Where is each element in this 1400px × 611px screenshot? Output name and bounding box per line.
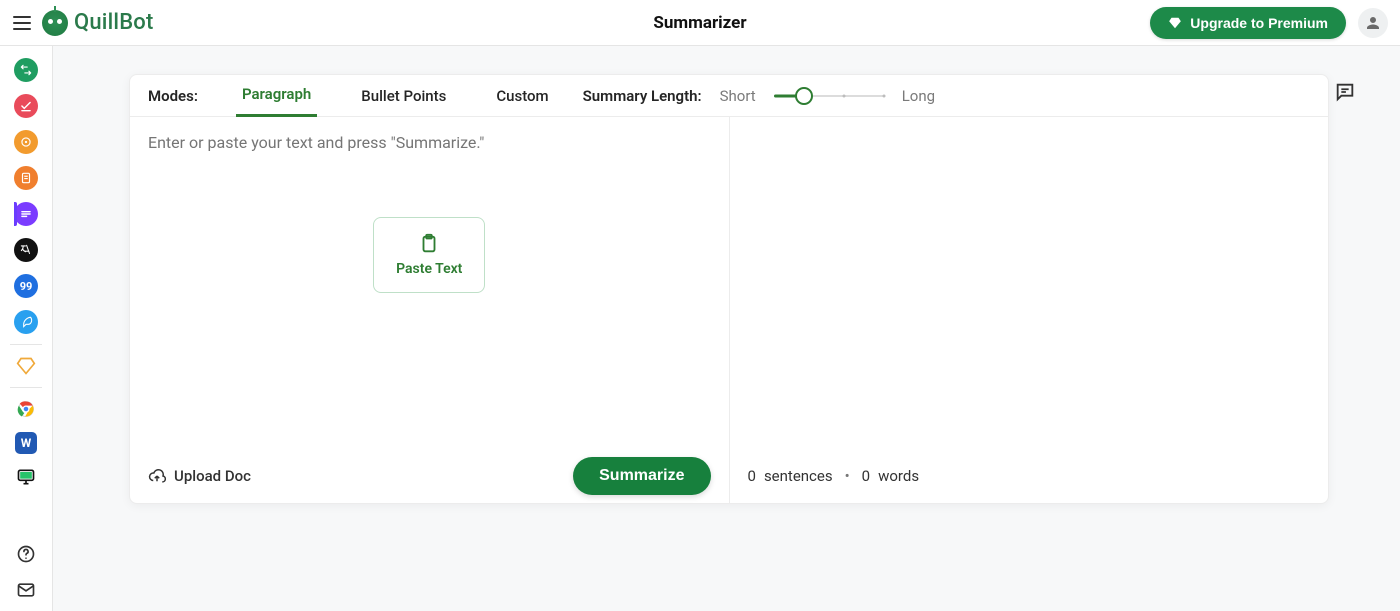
brand-mark-icon (42, 10, 68, 36)
word-word: words (878, 467, 919, 485)
feedback-button[interactable] (1334, 81, 1356, 103)
rail-help-button[interactable] (15, 543, 37, 565)
upload-cloud-icon (148, 467, 166, 485)
document-icon (19, 171, 33, 185)
input-footer: Upload Doc Summarize (130, 449, 729, 503)
brand-text: QuillBot (74, 10, 154, 35)
brand-logo[interactable]: QuillBot (42, 10, 154, 36)
chrome-icon (16, 399, 36, 419)
upgrade-premium-button[interactable]: Upgrade to Premium (1150, 7, 1346, 39)
input-pane: Paste Text Upload Doc Summarize (130, 117, 729, 503)
separator-dot: • (845, 467, 850, 485)
mail-icon (16, 580, 36, 600)
tab-custom[interactable]: Custom (490, 75, 554, 117)
sentence-word: sentences (764, 467, 833, 485)
rail-grammar-icon[interactable] (14, 94, 38, 118)
diamond-icon (1168, 16, 1182, 30)
feather-icon (19, 315, 33, 329)
panes: Paste Text Upload Doc Summarize (130, 117, 1328, 503)
output-area (730, 117, 1329, 449)
rail-contact-button[interactable] (15, 579, 37, 601)
rail-translator-icon[interactable] (14, 238, 38, 262)
swap-icon (19, 63, 33, 77)
length-long-label: Long (902, 87, 935, 105)
rail-active-indicator (14, 202, 17, 226)
rail-paraphraser-icon[interactable] (14, 58, 38, 82)
monitor-icon (16, 467, 36, 487)
length-label: Summary Length: (583, 87, 702, 105)
rail-notes-icon[interactable] (14, 310, 38, 334)
summarizer-card: Modes: Paragraph Bullet Points Custom Su… (129, 74, 1329, 504)
main-area: Modes: Paragraph Bullet Points Custom Su… (53, 46, 1400, 611)
clipboard-icon (418, 233, 440, 255)
word-count: 0 (862, 467, 870, 485)
rail-premium-icon[interactable] (15, 355, 37, 377)
rail-chrome-icon[interactable] (15, 398, 37, 420)
rail-citation-icon[interactable]: 99 (14, 274, 38, 298)
account-button[interactable] (1358, 8, 1388, 38)
paste-text-button[interactable]: Paste Text (373, 217, 485, 293)
rail-divider (10, 344, 42, 345)
rail-cowriter-icon[interactable] (14, 166, 38, 190)
upload-doc-button[interactable]: Upload Doc (148, 467, 251, 485)
translate-icon (19, 243, 33, 257)
comment-icon (1334, 81, 1356, 103)
tab-bullet-points[interactable]: Bullet Points (355, 75, 452, 117)
app-header: QuillBot Summarizer Upgrade to Premium (0, 0, 1400, 46)
output-pane: 0 sentences • 0 words (729, 117, 1329, 503)
upload-doc-label: Upload Doc (174, 467, 251, 485)
paste-text-label: Paste Text (396, 261, 462, 277)
modes-toolbar: Modes: Paragraph Bullet Points Custom Su… (130, 75, 1328, 117)
lines-icon (19, 207, 33, 221)
help-circle-icon (16, 544, 36, 564)
check-underline-icon (19, 99, 33, 113)
tab-paragraph[interactable]: Paragraph (236, 75, 317, 117)
menu-toggle-button[interactable] (8, 9, 36, 37)
rail-summarizer-icon[interactable] (14, 202, 38, 226)
input-area: Paste Text (130, 117, 729, 449)
output-footer: 0 sentences • 0 words (730, 449, 1329, 503)
person-icon (1364, 14, 1382, 32)
rail-tools-group: 99 (14, 58, 38, 334)
length-slider[interactable] (774, 86, 884, 106)
slider-knob[interactable] (795, 87, 813, 105)
word-w-icon: W (21, 436, 32, 450)
page-title: Summarizer (653, 13, 746, 33)
upgrade-label: Upgrade to Premium (1190, 15, 1328, 31)
rail-desktop-icon[interactable] (15, 466, 37, 488)
rail-plagiarism-icon[interactable] (14, 130, 38, 154)
rail-divider (10, 387, 42, 388)
sentence-count: 0 (748, 467, 756, 485)
length-short-label: Short (720, 87, 756, 105)
quote-99-icon: 99 (20, 280, 33, 293)
left-rail: 99 W (0, 46, 53, 611)
modes-label: Modes: (148, 87, 198, 105)
summarize-button[interactable]: Summarize (573, 457, 710, 495)
target-icon (19, 135, 33, 149)
rail-word-icon[interactable]: W (15, 432, 37, 454)
rail-integrations-group: W (15, 398, 37, 488)
